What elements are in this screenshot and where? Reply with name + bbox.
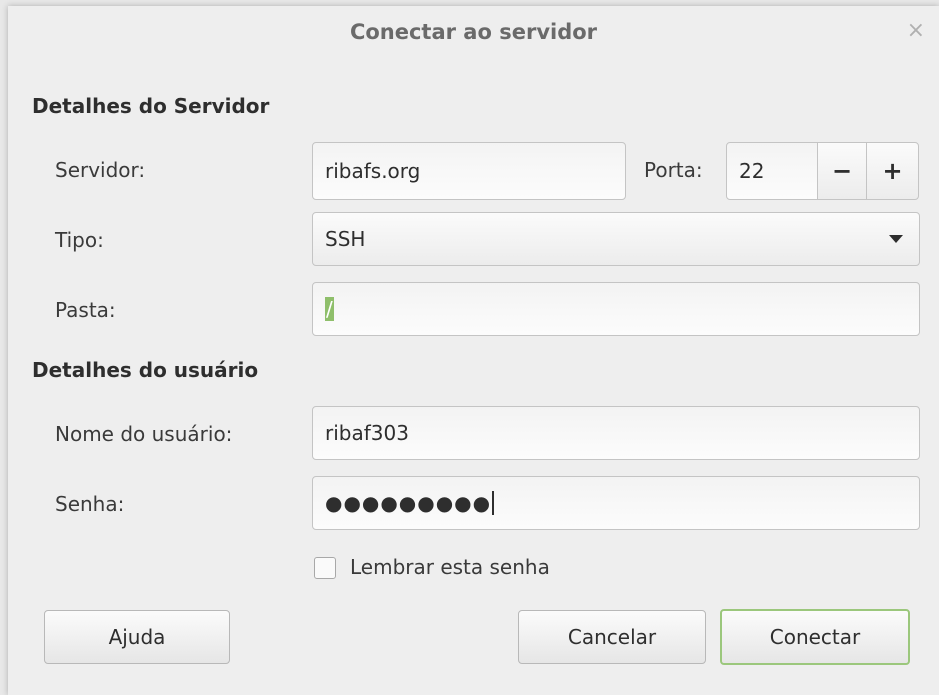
close-icon[interactable]: ×	[907, 18, 925, 43]
connect-to-server-dialog: Conectar ao servidor × Detalhes do Servi…	[8, 6, 939, 695]
username-input[interactable]: ribaf303	[312, 406, 920, 460]
remember-password-label[interactable]: Lembrar esta senha	[350, 555, 550, 579]
port-decrement-button[interactable]: −	[817, 142, 867, 200]
window-title: Conectar ao servidor	[349, 20, 598, 44]
type-select[interactable]: SSH	[312, 212, 920, 266]
text-cursor	[492, 491, 495, 515]
password-input[interactable]: ●●●●●●●●●	[312, 476, 920, 530]
folder-input-value: /	[325, 297, 334, 321]
cancel-button[interactable]: Cancelar	[518, 610, 706, 664]
username-label: Nome do usuário:	[55, 422, 233, 446]
chevron-down-icon	[889, 235, 903, 243]
type-label: Tipo:	[55, 228, 104, 252]
server-input[interactable]: ribafs.org	[312, 142, 626, 200]
title-bar[interactable]: Conectar ao servidor ×	[8, 6, 939, 62]
remember-password-checkbox[interactable]	[314, 557, 336, 579]
port-input-value: 22	[739, 159, 765, 183]
port-label: Porta:	[644, 158, 703, 182]
server-details-heading: Detalhes do Servidor	[32, 94, 270, 118]
folder-input[interactable]: /	[312, 282, 920, 336]
server-label: Servidor:	[55, 158, 146, 182]
password-label: Senha:	[55, 492, 125, 516]
user-details-heading: Detalhes do usuário	[32, 358, 259, 382]
help-button[interactable]: Ajuda	[44, 610, 230, 664]
connect-button[interactable]: Conectar	[720, 609, 910, 665]
server-input-value: ribafs.org	[325, 159, 421, 183]
folder-label: Pasta:	[55, 298, 116, 322]
port-increment-button[interactable]: +	[866, 142, 919, 200]
type-select-value: SSH	[325, 227, 366, 251]
port-input[interactable]: 22	[726, 142, 818, 200]
username-input-value: ribaf303	[325, 421, 409, 445]
password-input-value: ●●●●●●●●●	[325, 491, 492, 515]
